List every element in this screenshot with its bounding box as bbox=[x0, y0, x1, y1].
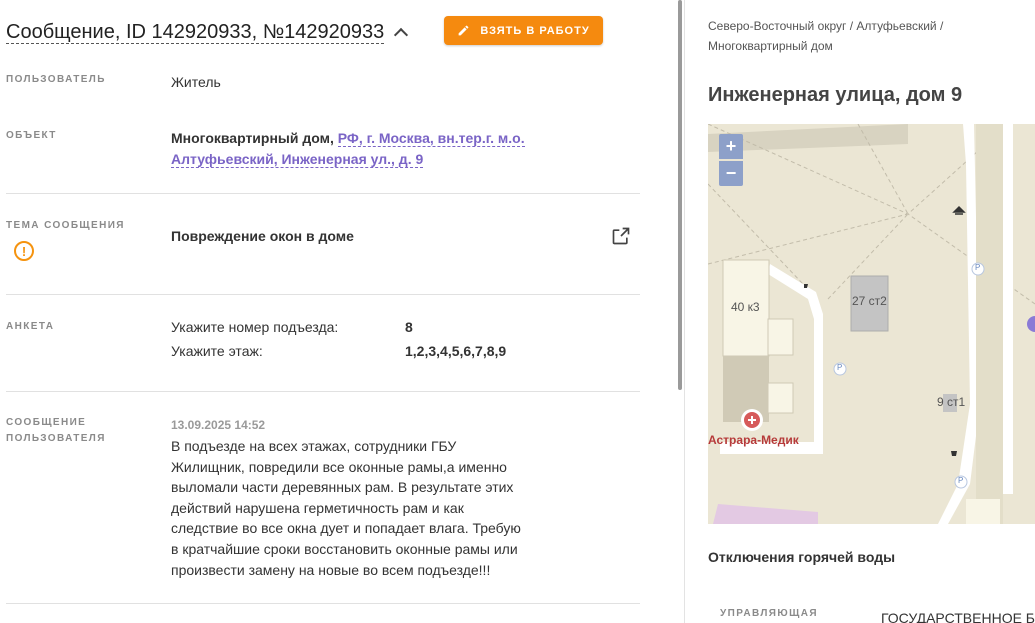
scrollbar-thumb[interactable] bbox=[678, 0, 682, 390]
message-label-line: СООБЩЕНИЕ bbox=[6, 417, 87, 428]
breadcrumb: Северо-Восточный округ / Алтуфьевский / … bbox=[708, 19, 944, 53]
survey-answer: 8 bbox=[405, 319, 413, 335]
take-to-work-button[interactable]: ВЗЯТЬ В РАБОТУ bbox=[444, 16, 603, 45]
message-date: 13.09.2025 14:52 bbox=[171, 418, 266, 432]
topic-label: ТЕМА СООБЩЕНИЯ bbox=[6, 220, 125, 231]
divider bbox=[6, 193, 640, 194]
parking-icon: P bbox=[975, 263, 981, 272]
divider bbox=[6, 603, 640, 604]
panel-divider bbox=[684, 0, 685, 623]
topic-value: Повреждение окон в доме bbox=[171, 228, 354, 244]
map[interactable]: 40 к3 27 ст2 9 ст1 Астрара-Медик P P P +… bbox=[708, 124, 1035, 524]
survey-question: Укажите номер подъезда: bbox=[171, 319, 339, 335]
zoom-in-button[interactable]: + bbox=[719, 134, 743, 159]
chevron-up-icon[interactable] bbox=[394, 27, 409, 43]
user-value: Житель bbox=[171, 74, 221, 90]
page-title[interactable]: Сообщение, ID 142920933, №142920933 bbox=[6, 21, 385, 44]
zoom-out-button[interactable]: − bbox=[719, 161, 743, 186]
pencil-icon bbox=[458, 25, 469, 36]
survey-answer: 1,2,3,4,5,6,7,8,9 bbox=[405, 343, 507, 359]
object-type: Многоквартирный дом, bbox=[171, 130, 334, 146]
divider bbox=[6, 391, 640, 392]
map-canvas bbox=[708, 124, 1035, 524]
parking-icon: P bbox=[958, 476, 964, 485]
message-text: В подъезде на всех этажах, сотрудники ГБ… bbox=[171, 438, 521, 578]
map-zoom-control: + − bbox=[719, 134, 743, 186]
message-panel: Сообщение, ID 142920933, №142920933 ВЗЯТ… bbox=[0, 0, 680, 623]
message-label: СООБЩЕНИЕ ПОЛЬЗОВАТЕЛЯ bbox=[6, 415, 106, 447]
survey-label: АНКЕТА bbox=[6, 321, 55, 332]
object-label: ОБЪЕКТ bbox=[6, 130, 57, 141]
divider bbox=[6, 294, 640, 295]
message-label-line: ПОЛЬЗОВАТЕЛЯ bbox=[6, 433, 106, 444]
manager-value: ГОСУДАРСТВЕННОЕ БЮ bbox=[881, 610, 1035, 623]
parking-icon: P bbox=[837, 363, 843, 372]
hot-water-heading: Отключения горячей воды bbox=[708, 549, 896, 565]
title-row: Сообщение, ID 142920933, №142920933 bbox=[6, 14, 409, 50]
building-address: Инженерная улица, дом 9 bbox=[708, 84, 963, 106]
map-label-building: 9 ст1 bbox=[937, 395, 966, 409]
user-label: ПОЛЬЗОВАТЕЛЬ bbox=[6, 74, 106, 85]
map-label-building: 40 к3 bbox=[731, 300, 760, 314]
object-value: Многоквартирный дом, РФ, г. Москва, вн.т… bbox=[171, 128, 621, 170]
map-label-building: 27 ст2 bbox=[852, 294, 887, 308]
take-button-label: ВЗЯТЬ В РАБОТУ bbox=[480, 24, 590, 37]
map-poi-label[interactable]: Астрара-Медик bbox=[708, 433, 799, 447]
manager-label: УПРАВЛЯЮЩАЯ bbox=[720, 608, 818, 619]
warning-icon: ! bbox=[14, 241, 34, 261]
survey-question: Укажите этаж: bbox=[171, 343, 263, 359]
external-link-icon[interactable] bbox=[611, 226, 631, 246]
